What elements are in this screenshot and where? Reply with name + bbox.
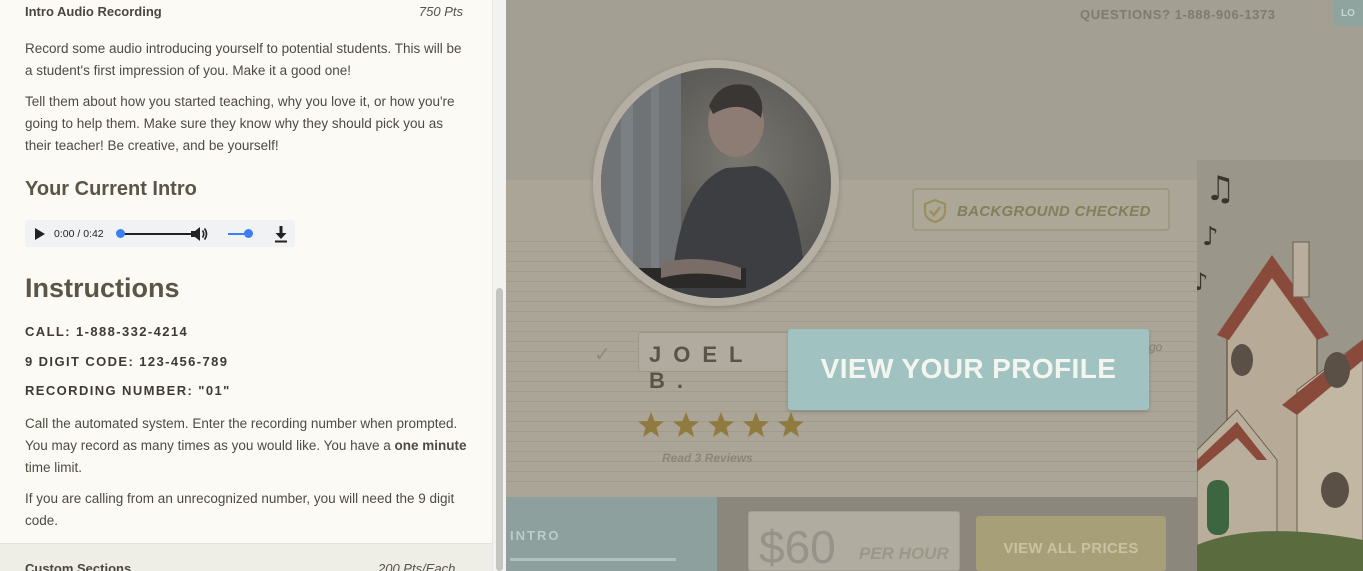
intro-tab-label: INTRO <box>510 528 561 543</box>
audio-progress-knob[interactable] <box>116 229 125 238</box>
star-icon <box>708 412 734 437</box>
instructions-heading: Instructions <box>25 273 180 303</box>
instructions-panel: Intro Audio Recording 750 Pts Record som… <box>0 0 506 571</box>
svg-text:♪: ♪ <box>1202 222 1219 252</box>
time-limit-emphasis: one minute <box>394 438 467 453</box>
volume-icon[interactable] <box>189 225 209 243</box>
current-intro-heading: Your Current Intro <box>25 178 197 200</box>
next-section-header[interactable]: Custom Sections 200 Pts/Each <box>0 543 492 571</box>
star-icon <box>743 412 769 437</box>
view-profile-label: VIEW YOUR PROFILE <box>820 353 1117 384</box>
price-box: $60 PER HOUR <box>748 511 960 571</box>
price-unit: PER HOUR <box>859 544 949 563</box>
location-fragment: go <box>1149 340 1163 354</box>
view-all-prices-button[interactable]: VIEW ALL PRICES <box>976 516 1166 571</box>
play-icon[interactable] <box>35 228 45 240</box>
price-amount: $60 <box>759 521 836 571</box>
intro-paragraph-2: Tell them about how you started teaching… <box>25 94 455 153</box>
background-checked-label: BACKGROUND CHECKED <box>957 203 1151 220</box>
intro-paragraph-1: Record some audio introducing yourself t… <box>25 41 462 78</box>
svg-text:♫: ♫ <box>1205 169 1235 209</box>
questions-phone: QUESTIONS? 1-888-906-1373 <box>1080 7 1276 22</box>
svg-text:♪: ♪ <box>1197 268 1208 296</box>
house-illustration: ♫ ♪ ♪ <box>1197 160 1363 571</box>
call-instructions: Call the automated system. Enter the rec… <box>25 413 470 479</box>
call-instructions-text: Call the automated system. Enter the rec… <box>25 416 458 453</box>
view-all-prices-label: VIEW ALL PRICES <box>1003 540 1139 557</box>
unrecognized-number-note: If you are calling from an unrecognized … <box>25 491 455 528</box>
star-rating <box>636 410 806 444</box>
view-profile-button[interactable]: VIEW YOUR PROFILE <box>788 329 1149 410</box>
panel-scrollbar[interactable] <box>492 0 506 571</box>
star-icon <box>673 412 699 437</box>
background-checked-badge: BACKGROUND CHECKED <box>912 188 1170 231</box>
intro-audio-bar <box>510 558 676 561</box>
digit-code: 9 DIGIT CODE: 123-456-789 <box>25 354 229 369</box>
next-section-points: 200 Pts/Each <box>378 561 456 571</box>
call-instructions-end: time limit. <box>25 460 82 475</box>
volume-knob[interactable] <box>244 229 253 238</box>
next-section-title: Custom Sections <box>25 561 132 571</box>
call-number: CALL: 1-888-332-4214 <box>25 324 189 339</box>
profile-photo <box>601 68 831 298</box>
verified-check-icon: ✓ <box>594 344 611 366</box>
section-header: Intro Audio Recording 750 Pts <box>25 4 463 22</box>
section-title: Intro Audio Recording <box>25 4 162 19</box>
audio-player: 0:00 / 0:42 <box>25 220 295 247</box>
scrollbar-thumb[interactable] <box>496 288 503 571</box>
section-points: 750 Pts <box>418 4 463 19</box>
audio-time: 0:00 / 0:42 <box>54 228 104 240</box>
login-button[interactable]: LO <box>1333 0 1363 26</box>
star-icon <box>638 412 664 437</box>
recording-number: RECORDING NUMBER: "01" <box>25 383 231 398</box>
audio-progress-track[interactable] <box>121 233 191 235</box>
profile-photo-frame <box>593 60 839 306</box>
intro-audio-tab[interactable]: INTRO <box>506 497 717 571</box>
star-icon <box>778 412 804 437</box>
profile-preview: QUESTIONS? 1-888-906-1373 LO BACKGROUND … <box>506 0 1363 571</box>
download-icon[interactable] <box>274 225 288 243</box>
shield-check-icon <box>923 198 947 224</box>
reviews-link[interactable]: Read 3 Reviews <box>662 451 753 465</box>
